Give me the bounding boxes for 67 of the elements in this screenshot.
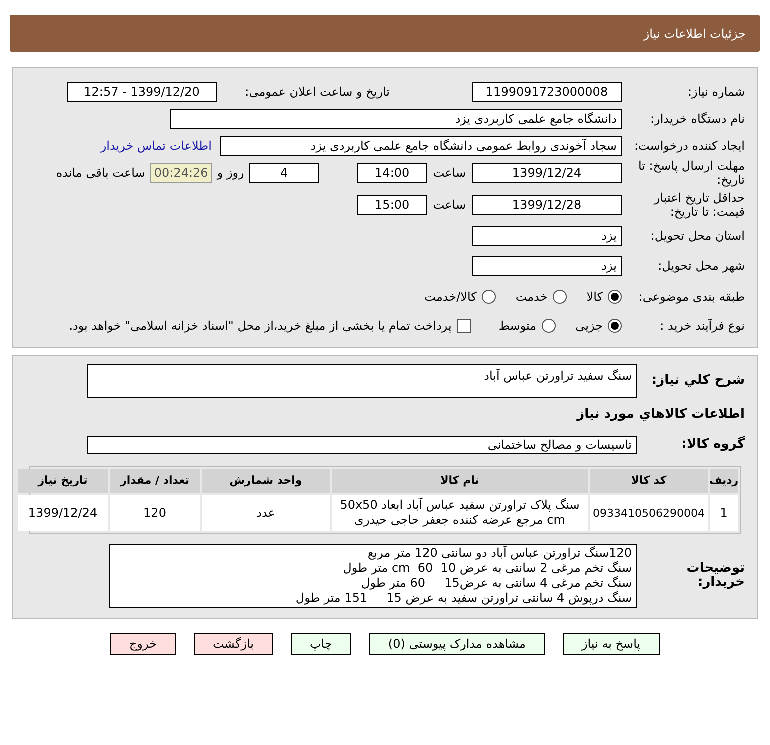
radio-button[interactable] <box>542 318 556 332</box>
field-label: خدمت <box>516 288 548 306</box>
field-label: پرداخت تمام یا بخشی از مبلغ خرید،از محل "اسناد خزانه اسلامی" خواهد بود. <box>69 318 452 334</box>
value-field: 14:00 <box>357 163 428 183</box>
countdown-timer: 00:24:26 <box>150 163 212 183</box>
column-header: واحد شمارش <box>202 469 330 493</box>
value-field: 15:00 <box>357 195 428 215</box>
value-field: یزد <box>472 256 622 276</box>
field-label: شرح کلي نياز: <box>650 374 746 388</box>
action-button[interactable]: پاسخ به نیاز <box>562 633 660 655</box>
radio-button[interactable] <box>608 290 622 304</box>
table-cell: 120 <box>110 495 200 531</box>
field-label: حداقل تاریخ اعتبار قیمت: تا تاریخ: <box>652 191 746 219</box>
column-header: کد کالا <box>590 469 708 493</box>
column-header: تعداد / مقدار <box>110 469 200 493</box>
note-line: سنگ تخم مرغی 2 سانتی به عرض 10 60 cm متر طول <box>342 561 632 576</box>
field-label: ساعت باقی مانده <box>56 165 146 182</box>
field-label: اطلاعات کالاهاي مورد نياز <box>576 408 746 422</box>
field-label: ایجاد کننده درخواست: <box>633 138 746 152</box>
field-label: طبقه بندی موضوعی: <box>638 290 746 304</box>
note-line: سنگ درپوش 4 سانتی تراورتن سفید به عرض 15 151 متر طول <box>294 591 632 606</box>
contact-link[interactable]: اطلاعات تماس خریدار <box>100 136 212 154</box>
field-label: تاریخ و ساعت اعلان عمومی: <box>244 84 391 98</box>
column-header: نام کالا <box>332 469 588 493</box>
field-label: ساعت <box>433 165 466 182</box>
radio-button[interactable] <box>552 290 567 304</box>
radio-button[interactable] <box>608 318 622 332</box>
note-line: سنگ تخم مرغی 4 سانتی به عرض15 60 متر طول <box>360 576 632 591</box>
field-label: توضیحات خریدار: <box>686 562 746 590</box>
table-cell: 1399/12/24 <box>18 495 108 531</box>
radio-button[interactable] <box>482 290 496 304</box>
value-field: سجاد آخوندی روابط عمومی دانشگاه جامع علمی کاربردی یزد <box>220 136 622 156</box>
checkbox[interactable] <box>456 318 471 332</box>
value-field: دانشگاه جامع علمی کاربردی یزد <box>170 108 622 128</box>
table-cell: 0933410506290004 <box>590 495 708 531</box>
table-cell: عدد <box>202 495 330 531</box>
field-label: ساعت <box>433 197 466 214</box>
field-label: شهر محل تحویل: <box>657 258 746 272</box>
field-label: متوسط <box>498 318 537 334</box>
field-label: نوع فرآیند خرید : <box>659 318 746 332</box>
value-field: 1399/12/28 <box>472 195 622 215</box>
value-field: 1399/12/20 - 12:57 <box>67 82 217 102</box>
table-cell: سنگ پلاک تراورتن سفید عباس آباد ابعاد 50x50 cm مرجع عرضه کننده جعفر حاجی حیدری <box>332 495 588 531</box>
value-field: 1199091723000008 <box>472 82 622 102</box>
column-header: تاریخ نیاز <box>18 469 108 493</box>
value-field: تاسیسات و مصالح ساختمانی <box>87 436 637 454</box>
field-label: شماره نیاز: <box>687 84 746 98</box>
field-label: کالا/خدمت <box>424 288 477 306</box>
action-button[interactable]: مشاهده مدارک پیوستی (0) <box>369 633 545 655</box>
field-label: استان محل تحویل: <box>650 228 746 242</box>
field-label: روز و <box>217 165 244 182</box>
field-label: کالا <box>586 288 603 306</box>
field-label: مهلت ارسال پاسخ: تا تاریخ: <box>637 159 746 187</box>
value-field: یزد <box>472 226 622 246</box>
column-header: ردیف <box>710 469 738 493</box>
value-field: 1399/12/24 <box>472 163 622 183</box>
field-label: جزیی <box>576 318 603 334</box>
value-field: 4 <box>249 163 320 183</box>
field-label: گروه کالا: <box>680 438 746 452</box>
action-button[interactable]: چاپ <box>291 633 352 655</box>
table-cell: 1 <box>710 495 738 531</box>
field-label: نام دستگاه خریدار: <box>650 112 746 126</box>
action-button[interactable]: بازگشت <box>194 633 273 655</box>
title-bar: جزئیات اطلاعات نیاز <box>10 15 760 52</box>
value-field: سنگ سفید تراورتن عباس آباد <box>87 364 637 398</box>
note-line: 120سنگ تراورتن عباس آباد دو سانتی 120 متر مربع <box>366 546 632 561</box>
action-button[interactable]: خروج <box>110 633 176 655</box>
